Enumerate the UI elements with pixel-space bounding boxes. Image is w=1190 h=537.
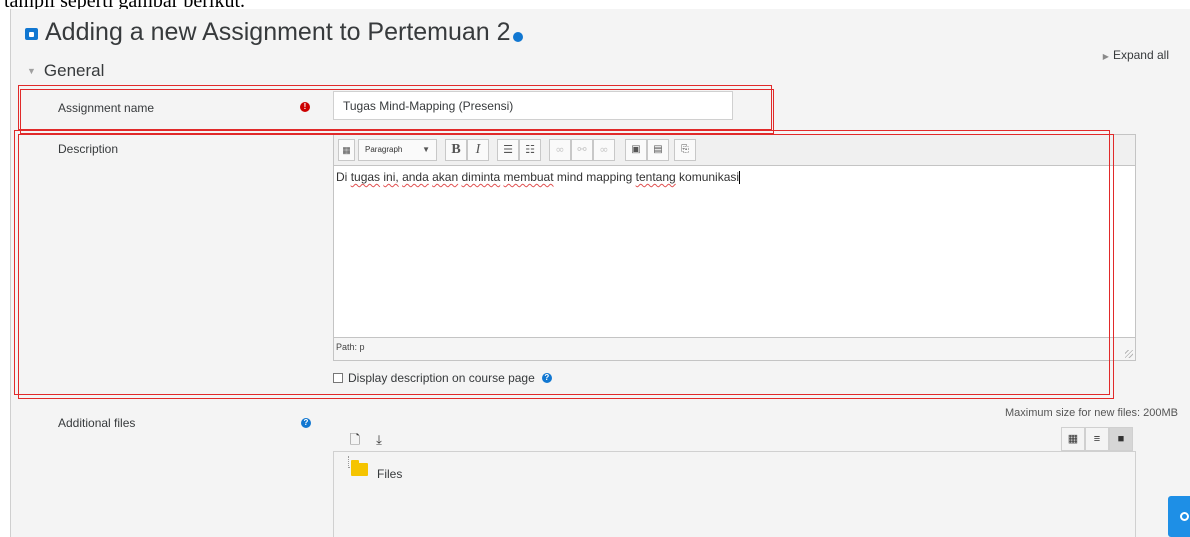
chevron-down-icon: ▼ (422, 145, 430, 154)
max-size-note: Maximum size for new files: 200MB (1005, 407, 1178, 419)
section-title: General (43, 61, 105, 80)
bold-icon[interactable]: B (445, 139, 467, 161)
view-icons-icon[interactable]: ▦ (1061, 427, 1085, 451)
editor-word: mapping (586, 170, 633, 184)
italic-icon[interactable]: I (467, 139, 489, 161)
link-icon[interactable]: ∞ (549, 139, 571, 161)
file-manager-area[interactable]: Files (333, 451, 1136, 537)
drawer-toggle-icon (1180, 512, 1189, 521)
anchor-icon[interactable]: ∞ (593, 139, 615, 161)
caret-down-icon: ▼ (27, 66, 36, 76)
view-list-icon[interactable]: ≡ (1085, 427, 1109, 451)
toggle-toolbar-icon[interactable]: ▦ (338, 139, 355, 161)
resize-handle-icon[interactable] (1125, 350, 1133, 358)
floating-action-button[interactable] (1168, 496, 1190, 537)
description-label: Description (58, 142, 119, 156)
editor-word: Di (336, 170, 348, 184)
editor-word: tugas (350, 170, 381, 184)
unlink-icon[interactable]: ⚯ (571, 139, 593, 161)
help-icon[interactable]: ? (301, 418, 311, 428)
page-title: Adding a new Assignment to Pertemuan 2 (25, 18, 523, 47)
editor-path: Path: p (336, 342, 365, 352)
paste-icon[interactable]: ⎘ (674, 139, 696, 161)
editor-status-bar: Path: p (334, 337, 1135, 360)
editor-word: diminta (461, 170, 501, 184)
image-icon[interactable]: ▣ (625, 139, 647, 161)
triangle-right-icon: ▶ (1102, 52, 1109, 61)
editor-word: mind (556, 170, 583, 184)
expand-all-link[interactable]: ▶ Expand all (1103, 48, 1169, 62)
media-icon[interactable]: ▤ (647, 139, 669, 161)
display-description-checkbox[interactable] (333, 373, 343, 383)
additional-files-label: Additional files (58, 416, 136, 430)
paragraph-select[interactable]: Paragraph ▼ (358, 139, 437, 161)
assignment-name-input[interactable] (333, 91, 733, 120)
editor-word: komunikasi (679, 170, 740, 184)
view-tree-icon[interactable]: ■ (1109, 427, 1133, 451)
page-title-text: Adding a new Assignment to Pertemuan 2 (45, 18, 511, 46)
expand-all-label: Expand all (1112, 48, 1169, 62)
display-description-label[interactable]: Display description on course page (348, 371, 535, 385)
editor-word: anda (402, 170, 429, 184)
editor-word: akan (432, 170, 459, 184)
editor-toolbar: ▦ Paragraph ▼ B I ☰ ☷ ∞ ⚯ ∞ ▣ ▤ ⎘ (334, 135, 1135, 166)
text-cursor (739, 171, 741, 185)
add-file-icon[interactable]: 🗋 (344, 430, 366, 452)
editor-word: tentang (635, 170, 676, 184)
assignment-icon (25, 27, 38, 40)
section-header-general[interactable]: ▼ General (27, 61, 104, 81)
editor-word: ini, (383, 170, 399, 184)
editor-content-area[interactable]: Di tugas ini, anda akan diminta membuat … (334, 166, 1135, 337)
download-icon[interactable]: ⤓ (368, 430, 390, 452)
help-icon[interactable] (512, 31, 523, 42)
help-icon[interactable]: ? (541, 373, 552, 383)
ordered-list-icon[interactable]: ☷ (519, 139, 541, 161)
assignment-name-label: Assignment name (58, 101, 155, 115)
display-description-row: Display description on course page ? (333, 371, 552, 385)
unordered-list-icon[interactable]: ☰ (497, 139, 519, 161)
folder-icon (351, 460, 368, 476)
editor-word: membuat (503, 170, 554, 184)
required-icon: ! (300, 102, 310, 112)
paragraph-select-value: Paragraph (365, 145, 403, 154)
description-editor: ▦ Paragraph ▼ B I ☰ ☷ ∞ ⚯ ∞ ▣ ▤ ⎘ Di tug… (333, 134, 1136, 361)
folder-label[interactable]: Files (377, 467, 402, 481)
